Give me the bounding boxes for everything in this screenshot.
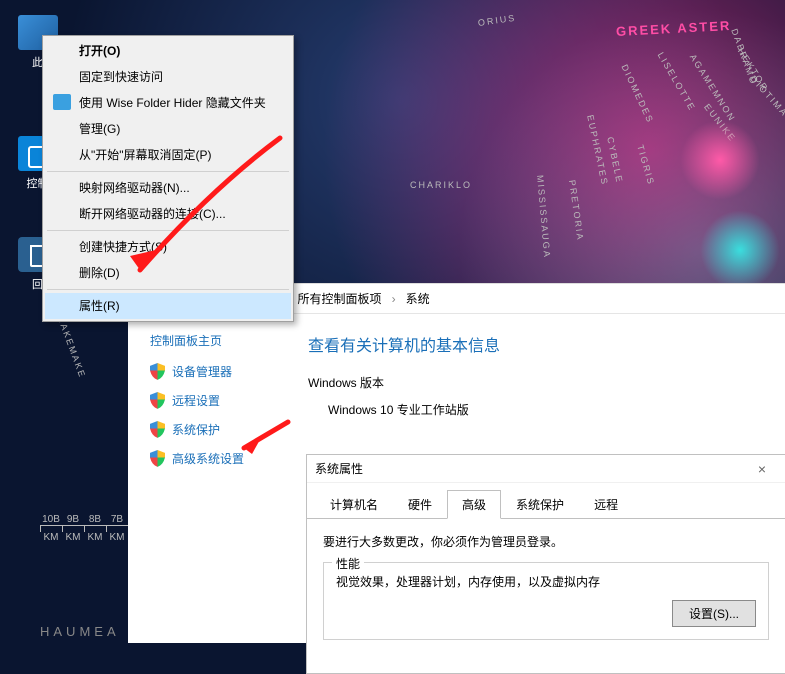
tab-advanced[interactable]: 高级: [447, 490, 501, 519]
bg-text: DIOTIMA: [748, 74, 785, 119]
menu-item-label: 属性(R): [79, 299, 120, 313]
menu-separator: [47, 171, 289, 172]
sidebar-link-remote-settings[interactable]: 远程设置: [150, 392, 308, 409]
menu-item[interactable]: 固定到快速访问: [45, 64, 291, 90]
control-panel-window: ‹ › ▾ ↑ › 控制面板 › 所有控制面板项 › 系统 控制面板主页 设备管…: [128, 283, 785, 643]
menu-separator: [47, 289, 289, 290]
page-heading: 查看有关计算机的基本信息: [308, 332, 775, 356]
breadcrumb-item[interactable]: 所有控制面板项: [298, 290, 382, 307]
menu-item-label: 删除(D): [79, 266, 120, 280]
shield-icon: [150, 421, 165, 438]
menu-item-label: 打开(O): [79, 44, 120, 58]
dialog-body: 要进行大多数更改，你必须作为管理员登录。 性能 视觉效果，处理器计划，内存使用，…: [307, 519, 785, 654]
sidebar-link-label: 系统保护: [172, 421, 220, 438]
bg-text: PRETORIA: [567, 179, 586, 242]
sidebar-link-system-protection[interactable]: 系统保护: [150, 421, 308, 438]
menu-item[interactable]: 删除(D): [45, 260, 291, 286]
sidebar-link-label: 高级系统设置: [172, 450, 244, 467]
menu-item-label: 使用 Wise Folder Hider 隐藏文件夹: [79, 96, 266, 110]
system-properties-dialog: 系统属性 × 计算机名 硬件 高级 系统保护 远程 要进行大多数更改，你必须作为…: [306, 454, 785, 674]
menu-item-label: 固定到快速访问: [79, 70, 163, 84]
windows-edition-label: Windows 版本: [308, 374, 775, 391]
sidebar-link-label: 设备管理器: [172, 363, 232, 380]
performance-description: 视觉效果，处理器计划，内存使用，以及虚拟内存: [336, 573, 756, 590]
bg-text: MISSISSAUGA: [535, 175, 552, 260]
bg-text: TIGRIS: [635, 144, 656, 187]
bg-text: DIOMEDES: [619, 63, 655, 125]
sidebar-link-label: 远程设置: [172, 392, 220, 409]
tab-remote[interactable]: 远程: [579, 490, 633, 519]
control-panel-sidebar: 控制面板主页 设备管理器 远程设置 系统保护 高级系统设置: [128, 314, 308, 644]
dialog-titlebar[interactable]: 系统属性 ×: [307, 455, 785, 483]
menu-item[interactable]: 使用 Wise Folder Hider 隐藏文件夹: [45, 90, 291, 116]
control-panel-main: 查看有关计算机的基本信息 Windows 版本 Windows 10 专业工作站…: [308, 314, 785, 644]
bg-text: CHARIKLO: [410, 180, 472, 190]
menu-item[interactable]: 打开(O): [45, 38, 291, 64]
menu-item-label: 创建快捷方式(S): [79, 240, 167, 254]
sidebar-link-device-manager[interactable]: 设备管理器: [150, 363, 308, 380]
tab-hardware[interactable]: 硬件: [393, 490, 447, 519]
shield-icon: [150, 450, 165, 467]
tab-computer-name[interactable]: 计算机名: [315, 490, 393, 519]
performance-legend: 性能: [332, 555, 364, 572]
menu-item-label: 管理(G): [79, 122, 120, 136]
tab-system-protection[interactable]: 系统保护: [501, 490, 579, 519]
context-menu: 打开(O) 固定到快速访问使用 Wise Folder Hider 隐藏文件夹管理…: [42, 35, 294, 322]
bg-text: DABRAMO: [729, 27, 759, 86]
breadcrumb-item[interactable]: 系统: [406, 290, 430, 307]
distance-scale: 10B 9B 8B 7B KM KM KM KM: [40, 514, 128, 543]
menu-separator: [47, 230, 289, 231]
bg-text: GREEK ASTER: [616, 18, 732, 39]
bg-text: HEKTOR: [736, 46, 771, 93]
admin-note: 要进行大多数更改，你必须作为管理员登录。: [323, 533, 769, 550]
shield-icon: [150, 392, 165, 409]
tab-strip: 计算机名 硬件 高级 系统保护 远程: [307, 483, 785, 519]
menu-item[interactable]: 属性(R): [45, 293, 291, 319]
close-button[interactable]: ×: [747, 461, 777, 477]
menu-item-label: 映射网络驱动器(N)...: [79, 181, 190, 195]
performance-settings-button[interactable]: 设置(S)...: [672, 600, 756, 627]
menu-item-label: 从"开始"屏幕取消固定(P): [79, 148, 212, 162]
bg-text: CYBELE: [605, 136, 625, 185]
bg-text: EUNIKE: [702, 102, 738, 144]
menu-item[interactable]: 管理(G): [45, 116, 291, 142]
bg-text: AGAMEMNON: [688, 52, 738, 123]
windows-edition-value: Windows 10 专业工作站版: [308, 401, 775, 418]
bg-text: ORIUS: [477, 13, 517, 28]
sidebar-home-link[interactable]: 控制面板主页: [150, 332, 308, 349]
menu-item[interactable]: 创建快捷方式(S): [45, 234, 291, 260]
bg-text: EUPHRATES: [585, 114, 610, 187]
bg-text: LISELOTTE: [656, 51, 698, 114]
menu-item[interactable]: 断开网络驱动器的连接(C)...: [45, 201, 291, 227]
menu-item-label: 断开网络驱动器的连接(C)...: [79, 207, 226, 221]
sidebar-link-advanced-settings[interactable]: 高级系统设置: [150, 450, 308, 467]
menu-item[interactable]: 从"开始"屏幕取消固定(P): [45, 142, 291, 168]
bg-text-haumea: HAUMEA: [40, 624, 120, 639]
menu-item[interactable]: 映射网络驱动器(N)...: [45, 175, 291, 201]
bg-text: MAKEMAKE: [55, 313, 87, 379]
folder-icon: [53, 94, 71, 110]
dialog-title: 系统属性: [315, 460, 747, 477]
performance-group: 性能 视觉效果，处理器计划，内存使用，以及虚拟内存 设置(S)...: [323, 562, 769, 640]
shield-icon: [150, 363, 165, 380]
